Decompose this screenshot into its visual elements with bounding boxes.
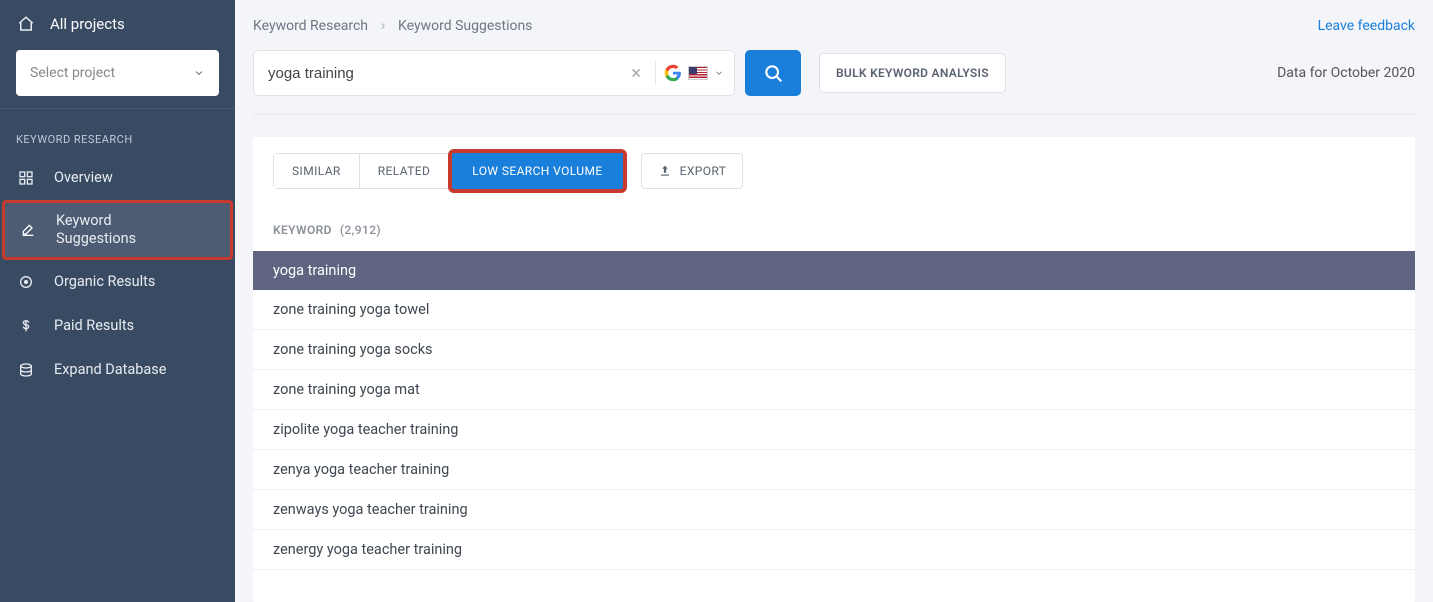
upload-icon — [658, 164, 672, 178]
sidebar-item-overview[interactable]: Overview — [0, 156, 235, 200]
sidebar-item-paid-results[interactable]: Paid Results — [0, 304, 235, 348]
tab-similar[interactable]: SIMILAR — [274, 154, 360, 188]
all-projects-link[interactable]: All projects — [16, 14, 219, 34]
chevron-right-icon — [378, 21, 388, 31]
google-icon — [664, 64, 682, 82]
table-row[interactable]: zipolite yoga teacher training — [253, 410, 1415, 450]
sidebar-item-label-line2: Suggestions — [56, 230, 136, 248]
sidebar-section-header: KEYWORD RESEARCH — [0, 108, 235, 156]
sidebar-item-label: Paid Results — [54, 317, 134, 335]
table-row[interactable]: zenways yoga teacher training — [253, 490, 1415, 530]
sidebar-item-label-line1: Keyword — [56, 212, 136, 230]
sidebar: All projects Select project KEYWORD RESE… — [0, 0, 235, 602]
keyword-list: yoga training zone training yoga towel z… — [253, 251, 1415, 602]
home-icon — [16, 14, 36, 34]
table-row[interactable]: zenya yoga teacher training — [253, 450, 1415, 490]
table-row[interactable]: yoga training — [253, 251, 1415, 290]
sidebar-item-expand-database[interactable]: Expand Database — [0, 348, 235, 392]
table-row[interactable]: zenergy yoga teacher training — [253, 530, 1415, 570]
search-button[interactable] — [745, 50, 801, 96]
edit-icon — [18, 220, 38, 240]
project-select-placeholder: Select project — [30, 65, 115, 81]
search-icon — [763, 63, 783, 83]
project-select[interactable]: Select project — [16, 50, 219, 96]
flag-us-icon — [688, 66, 708, 80]
breadcrumb-current[interactable]: Keyword Suggestions — [398, 18, 532, 34]
grid-icon — [16, 168, 36, 188]
sidebar-item-label: Expand Database — [54, 361, 166, 379]
search-engine-selector[interactable] — [664, 64, 724, 82]
breadcrumb-root[interactable]: Keyword Research — [253, 18, 368, 34]
tab-low-search-volume[interactable]: LOW SEARCH VOLUME — [448, 149, 626, 193]
sidebar-item-label: Overview — [54, 169, 113, 187]
keyword-input[interactable] — [268, 65, 625, 82]
target-icon — [16, 272, 36, 292]
sidebar-item-organic-results[interactable]: Organic Results — [0, 260, 235, 304]
chevron-down-icon — [193, 67, 205, 79]
leave-feedback-link[interactable]: Leave feedback — [1318, 18, 1415, 34]
filter-tabs: SIMILAR RELATED LOW SEARCH VOLUME — [273, 153, 627, 189]
results-panel: SIMILAR RELATED LOW SEARCH VOLUME EXPORT… — [253, 137, 1415, 602]
table-row[interactable]: zone training yoga socks — [253, 330, 1415, 370]
sidebar-item-label: Organic Results — [54, 273, 155, 291]
export-button[interactable]: EXPORT — [641, 153, 744, 189]
clear-icon[interactable]: × — [625, 63, 647, 84]
tab-related[interactable]: RELATED — [360, 154, 450, 188]
table-row[interactable]: zone training yoga mat — [253, 370, 1415, 410]
database-icon — [16, 360, 36, 380]
divider — [655, 61, 656, 85]
list-header: KEYWORD (2,912) — [253, 203, 1415, 251]
bulk-keyword-analysis-button[interactable]: BULK KEYWORD ANALYSIS — [819, 53, 1006, 93]
table-row[interactable]: zone training yoga towel — [253, 290, 1415, 330]
main-content: Keyword Research Keyword Suggestions Lea… — [235, 0, 1433, 602]
chevron-down-icon — [714, 68, 724, 78]
divider — [253, 114, 1415, 115]
list-header-title: KEYWORD — [273, 223, 332, 237]
dollar-icon — [16, 316, 36, 336]
all-projects-label: All projects — [50, 15, 125, 33]
data-date-label: Data for October 2020 — [1277, 65, 1415, 81]
search-box: × — [253, 50, 735, 96]
breadcrumb: Keyword Research Keyword Suggestions — [253, 18, 532, 34]
sidebar-item-keyword-suggestions[interactable]: Keyword Suggestions — [2, 200, 233, 260]
export-label: EXPORT — [680, 164, 727, 178]
list-header-count: (2,912) — [340, 223, 381, 237]
